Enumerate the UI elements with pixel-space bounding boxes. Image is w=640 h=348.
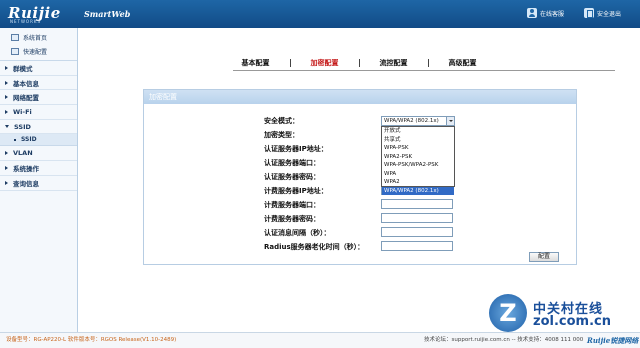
dropdown-option[interactable]: WPA2 [382,178,454,187]
sidebar-item-label: 查询信息 [13,179,39,188]
sidebar-item-network-config[interactable]: 网络配置 [0,90,77,106]
radius-aging-time-input[interactable] [381,241,453,251]
sidebar-item-label: VLAN [13,149,33,158]
form-row: 认证服务器IP地址： [264,143,328,155]
tab-underline [233,70,615,71]
acct-server-ip-label: 计费服务器IP地址： [264,187,328,195]
acct-server-port-input[interactable] [381,199,453,209]
arrow-right-icon [5,165,8,170]
exit-icon [584,8,594,18]
arrow-right-icon [5,151,8,156]
dropdown-option[interactable]: WPA-PSK [382,144,454,153]
online-help-button[interactable]: 在线客服 [527,8,564,18]
sidebar-item-query-info[interactable]: 查询信息 [0,176,77,191]
form-row: 认证服务器密码： [264,171,320,183]
sidebar-item-label: 网络配置 [13,94,39,103]
form-row: 计费服务器端口： [264,199,320,211]
encryption-type-label: 加密类型： [264,131,299,139]
dropdown-option[interactable]: 共享式 [382,136,454,145]
sidebar-item-basic-info[interactable]: 基本信息 [0,76,77,91]
form-row: 认证服务器端口： [264,157,320,169]
sidebar-item-label: SSID [14,122,31,131]
dropdown-option[interactable]: 开放式 [382,127,454,136]
arrow-right-icon [5,80,8,85]
form-row: Radius服务器老化时间（秒）： [264,241,364,253]
radius-aging-time-label: Radius服务器老化时间（秒）： [264,243,365,251]
auth-server-port-label: 认证服务器端口： [264,159,320,167]
auth-message-interval-input[interactable] [381,227,453,237]
arrow-right-icon [5,109,8,114]
footer-logo: Ruijie锐捷网络 [587,336,639,345]
zol-watermark: Z 中关村在线 zol.com.cn [489,294,637,332]
chevron-down-icon [446,117,454,125]
auth-server-password-label: 认证服务器密码： [264,173,320,181]
config-submit-button[interactable]: 配置 [529,252,559,262]
quick-config-icon [11,47,19,55]
tab-flow-control-config[interactable]: 流控配置 [360,58,428,68]
tab-encryption-config[interactable]: 加密配置 [291,58,359,68]
tab-advanced-config[interactable]: 高级配置 [429,58,497,68]
support-info: 技术论坛：support.ruijie.com.cn -- 技术支持：4008 … [424,337,584,343]
sidebar-item-label: Wi-Fi [13,107,32,116]
config-tabs: 基本配置 加密配置 流控配置 高级配置 [78,57,640,69]
form-row: 认证消息间隔（秒）： [264,227,331,239]
home-icon [11,33,19,41]
security-mode-value: WPA/WPA2 (802.1x) [384,118,439,124]
sidebar-subitem-label: SSID [21,136,37,144]
dropdown-option-selected[interactable]: WPA/WPA2 (802.1x) [382,186,454,195]
page-footer: 设备型号：RG-AP220-L 软件版本号：RGOS Release(V1.10… [0,332,640,348]
top-header: Ruijie NETWORKS SmartWeb 在线客服 安全退出 [0,0,640,28]
bullet-icon [14,138,16,141]
auth-server-ip-label: 认证服务器IP地址： [264,145,328,153]
sidebar-top-links: 系统首页 快速配置 [0,28,77,61]
dropdown-option[interactable]: WPA2-PSK [382,153,454,162]
user-icon [527,8,537,18]
sidebar: 系统首页 快速配置 群模式 基本信息 网络配置 Wi-Fi SSID SSID … [0,28,78,332]
panel-title: 加密配置 [144,90,576,104]
sidebar-item-group-mode[interactable]: 群模式 [0,61,77,76]
watermark-en: zol.com.cn [533,314,611,329]
form-row: 计费服务器密码： [264,213,320,225]
sidebar-item-system-ops[interactable]: 系统操作 [0,161,77,176]
security-mode-label: 安全模式： [264,117,299,125]
form-row: 加密类型： [264,129,299,141]
device-info: 设备型号：RG-AP220-L 软件版本号：RGOS Release(V1.10… [6,337,177,343]
sidebar-item-ssid[interactable]: SSID [0,120,77,135]
acct-server-password-label: 计费服务器密码： [264,215,320,223]
sidebar-item-label: 基本信息 [13,79,39,88]
encryption-panel: 加密配置 [143,89,577,265]
dropdown-option[interactable]: WPA-PSK/WPA2-PSK [382,161,454,170]
arrow-right-icon [5,95,8,100]
logo-subtitle: NETWORKS [10,19,42,24]
auth-message-interval-label: 认证消息间隔（秒）： [264,229,331,237]
arrow-right-icon [5,180,8,185]
security-mode-select[interactable]: WPA/WPA2 (802.1x) [381,116,455,126]
security-mode-dropdown: 开放式 共享式 WPA-PSK WPA2-PSK WPA-PSK/WPA2-PS… [381,126,455,195]
safe-exit-label: 安全退出 [597,10,622,18]
sidebar-subitem-ssid[interactable]: SSID [0,134,77,147]
sidebar-item-label: 群模式 [13,64,33,73]
zol-logo-icon: Z [489,294,527,332]
sidebar-item-label: 系统操作 [13,164,39,173]
tab-basic-config[interactable]: 基本配置 [222,58,290,68]
sidebar-link-label: 系统首页 [23,34,48,42]
safe-exit-button[interactable]: 安全退出 [584,8,621,18]
sidebar-item-vlan[interactable]: VLAN [0,146,77,162]
arrow-right-icon [5,65,8,70]
sidebar-link-quick-config[interactable]: 快速配置 [0,44,77,58]
online-help-label: 在线客服 [540,10,565,18]
security-mode-row: 安全模式： [264,115,299,127]
sidebar-link-home[interactable]: 系统首页 [0,30,77,44]
sidebar-link-label: 快速配置 [23,48,48,56]
app-name: SmartWeb [84,9,131,19]
acct-server-port-label: 计费服务器端口： [264,201,320,209]
sidebar-item-wifi[interactable]: Wi-Fi [0,105,77,120]
arrow-down-icon [5,125,9,129]
form-row: 计费服务器IP地址： [264,185,328,197]
dropdown-option[interactable]: WPA [382,170,454,179]
acct-server-password-input[interactable] [381,213,453,223]
